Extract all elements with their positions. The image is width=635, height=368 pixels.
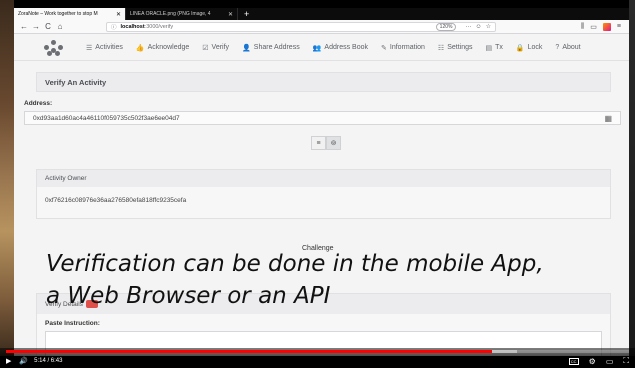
calculator-icon[interactable]: ▦ bbox=[604, 114, 612, 123]
captions-icon[interactable]: CC bbox=[568, 357, 579, 365]
table-icon: ▤ bbox=[485, 44, 493, 52]
nav-label: About bbox=[562, 44, 581, 51]
nav-label: Activities bbox=[95, 44, 123, 51]
play-icon[interactable]: ▶ bbox=[6, 357, 11, 365]
user-icon: 👤 bbox=[242, 44, 251, 52]
video-caption-overlay: Verification can be done in the mobile A… bbox=[46, 248, 626, 312]
nav-share-address[interactable]: 👤 Share Address bbox=[242, 44, 300, 52]
list-icon: ☰ bbox=[86, 44, 93, 52]
url-bar[interactable]: ⓘ localhost :3000/verify 120% ··· ☺ ☆ bbox=[106, 21, 496, 32]
progress-played bbox=[6, 350, 492, 353]
nav-address-book[interactable]: 👥 Address Book bbox=[313, 44, 368, 52]
url-host: localhost bbox=[120, 23, 145, 30]
navigation-toolbar: ← → C ⌂ ⓘ localhost :3000/verify 120% ··… bbox=[14, 20, 629, 34]
forward-arrow-icon[interactable]: → bbox=[30, 22, 42, 31]
page-actions-icon[interactable]: ··· bbox=[465, 24, 471, 30]
nav-label: Lock bbox=[527, 44, 543, 51]
sliders-icon: ☷ bbox=[437, 44, 445, 52]
video-time: 5:14 / 6:43 bbox=[34, 358, 63, 364]
nav-information[interactable]: ✎ Information bbox=[381, 44, 425, 52]
nav-label: Share Address bbox=[253, 44, 300, 51]
photo-border-right bbox=[629, 0, 635, 356]
qr-view-button[interactable]: ⊚ bbox=[326, 136, 341, 150]
activity-owner-label: Activity Owner bbox=[37, 170, 610, 187]
pocket-icon[interactable]: ☺ bbox=[475, 24, 481, 30]
new-tab-button[interactable]: + bbox=[238, 8, 255, 20]
page-title-panel: Verify An Activity bbox=[36, 72, 611, 92]
nav-activities[interactable]: ☰ Activities bbox=[86, 44, 123, 52]
sidebar-icon[interactable]: ▭ bbox=[590, 23, 597, 31]
browser-window: ZoraNote – Work together to stop M ✕ LIN… bbox=[14, 8, 629, 356]
nav-verify[interactable]: ☑ Verify bbox=[202, 44, 229, 52]
video-controls: ▶ 🔊 5:14 / 6:43 CC ⚙ ▭ ⛶ bbox=[6, 355, 629, 367]
address-field[interactable]: 0xd93aa1d60ac4a46110f059735c502f3ae6ee04… bbox=[24, 111, 621, 125]
activity-owner-panel: Activity Owner 0xf76216c08976e36aa276580… bbox=[36, 169, 611, 219]
browser-tab-zoranote[interactable]: ZoraNote – Work together to stop M ✕ bbox=[14, 8, 126, 20]
question-icon: ? bbox=[555, 44, 560, 51]
player-right-controls: CC ⚙ ▭ ⛶ bbox=[568, 356, 629, 366]
caption-line-1: Verification can be done in the mobile A… bbox=[46, 251, 544, 277]
nav-label: Address Book bbox=[324, 44, 369, 51]
tab-label: LINEA ORACLE.png (PNG Image, 4 bbox=[130, 11, 211, 17]
nav-tx[interactable]: ▤ Tx bbox=[486, 44, 503, 52]
address-label: Address: bbox=[24, 100, 53, 107]
page-title: Verify An Activity bbox=[37, 73, 610, 91]
miniplayer-icon[interactable]: ▭ bbox=[606, 357, 614, 366]
library-icon[interactable]: ⫼ bbox=[581, 23, 584, 31]
fullscreen-icon[interactable]: ⛶ bbox=[623, 356, 629, 366]
users-icon: 👥 bbox=[312, 44, 322, 52]
lock-icon: 🔒 bbox=[515, 44, 525, 52]
zoom-level-badge[interactable]: 120% bbox=[435, 22, 457, 31]
tab-label: ZoraNote – Work together to stop M bbox=[18, 11, 98, 17]
nav-settings[interactable]: ☷ Settings bbox=[438, 44, 473, 52]
edit-icon: ✎ bbox=[381, 44, 387, 52]
toolbar-right-buttons: ⫼ ▭ ≡ bbox=[581, 22, 621, 31]
back-arrow-icon[interactable]: ← bbox=[18, 22, 30, 31]
list-view-button[interactable]: ≡ bbox=[311, 136, 326, 150]
browser-tab-image[interactable]: LINEA ORACLE.png (PNG Image, 4 ✕ bbox=[126, 8, 238, 20]
volume-icon[interactable]: 🔊 bbox=[19, 357, 28, 365]
activity-owner-value: 0xf76216c08976e36aa276580efa818ffc9235ce… bbox=[45, 197, 187, 204]
check-square-icon: ☑ bbox=[202, 44, 209, 52]
nav-label: Settings bbox=[447, 44, 473, 51]
photo-border-left bbox=[0, 0, 14, 356]
thumbs-up-icon: 👍 bbox=[135, 44, 145, 52]
reload-icon[interactable]: C bbox=[42, 22, 54, 31]
nav-label: Tx bbox=[495, 44, 503, 51]
nav-lock[interactable]: 🔒 Lock bbox=[516, 44, 543, 52]
bookmark-star-icon[interactable]: ☆ bbox=[486, 23, 491, 30]
home-icon[interactable]: ⌂ bbox=[54, 22, 66, 31]
nav-label: Verify bbox=[211, 44, 230, 51]
view-toggle-group: ≡ ⊚ bbox=[311, 136, 341, 150]
site-info-icon[interactable]: ⓘ bbox=[111, 23, 117, 31]
nav-about[interactable]: ? About bbox=[555, 44, 580, 51]
settings-gear-icon[interactable]: ⚙ bbox=[589, 357, 596, 366]
nav-label: Acknowledge bbox=[147, 44, 190, 51]
caption-line-2: a Web Browser or an API bbox=[46, 283, 331, 309]
url-path: :3000/verify bbox=[144, 23, 174, 30]
extension-icon[interactable] bbox=[602, 22, 611, 31]
nav-label: Information bbox=[389, 44, 425, 51]
video-progress-bar[interactable] bbox=[6, 350, 629, 353]
address-value: 0xd93aa1d60ac4a46110f059735c502f3ae6ee04… bbox=[33, 114, 180, 122]
close-tab-icon[interactable]: ✕ bbox=[116, 11, 121, 18]
tab-strip: ZoraNote – Work together to stop M ✕ LIN… bbox=[14, 8, 629, 20]
app-navbar: ☰ Activities 👍 Acknowledge ☑ Verify 👤 Share … bbox=[14, 35, 629, 61]
close-tab-icon[interactable]: ✕ bbox=[228, 11, 233, 18]
nav-acknowledge[interactable]: 👍 Acknowledge bbox=[136, 44, 189, 52]
paste-instruction-label: Paste Instruction: bbox=[45, 320, 100, 327]
app-logo[interactable] bbox=[44, 39, 64, 56]
menu-icon[interactable]: ≡ bbox=[617, 23, 621, 30]
